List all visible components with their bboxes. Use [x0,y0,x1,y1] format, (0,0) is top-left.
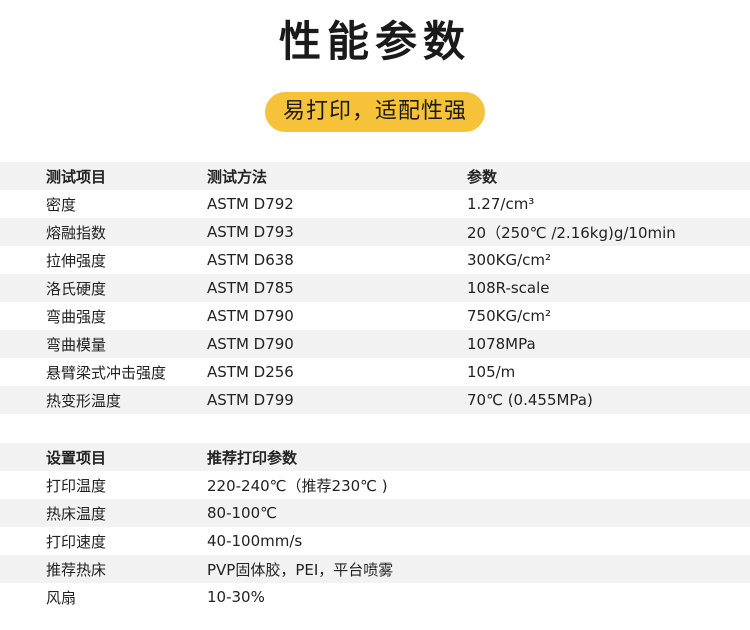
table-row: 熔融指数 ASTM D793 20（250℃ /2.16kg)g/10min [0,218,750,246]
row-method: ASTM D790 [207,335,294,353]
row-value: 80-100℃ [207,504,277,522]
row-value: PVP固体胶，PEI，平台喷雾 [207,560,394,579]
row-item: 打印温度 [46,476,107,495]
table-row: 热床温度 80-100℃ [0,499,750,527]
row-method: ASTM D638 [207,251,294,269]
row-item: 拉伸强度 [46,251,107,270]
header-test-item: 测试项目 [46,167,107,186]
row-item: 洛氏硬度 [46,279,107,298]
row-value: 70℃ (0.455MPa) [467,391,593,409]
table-row: 风扇 10-30% [0,583,750,611]
table-row: 洛氏硬度 ASTM D785 108R-scale [0,274,750,302]
header-parameter: 参数 [467,167,498,186]
page-title: 性能参数 [278,17,471,66]
row-value: 20（250℃ /2.16kg)g/10min [467,223,676,242]
row-value: 300KG/cm² [467,251,552,269]
row-method: ASTM D790 [207,307,294,325]
row-value: 105/m [467,363,516,381]
feature-badge: 易打印，适配性强 [264,92,485,132]
table-row: 打印温度 220-240℃（推荐230℃ ) [0,471,750,499]
row-item: 熔融指数 [46,223,107,242]
row-item: 弯曲强度 [46,307,107,326]
header-test-method: 测试方法 [207,167,268,186]
header-setting-item: 设置项目 [46,448,107,467]
table-row: 密度 ASTM D792 1.27/cm³ [0,190,750,218]
table-row: 拉伸强度 ASTM D638 300KG/cm² [0,246,750,274]
row-method: ASTM D793 [207,223,294,241]
row-method: ASTM D799 [207,391,294,409]
table-row: 悬臂梁式冲击强度 ASTM D256 105/m [0,358,750,386]
row-item: 风扇 [46,588,77,607]
print-settings-table: 设置项目 推荐打印参数 打印温度 220-240℃（推荐230℃ ) 热床温度 … [0,443,750,611]
row-item: 打印速度 [46,532,107,551]
row-item: 推荐热床 [46,560,107,579]
row-item: 热变形温度 [46,391,122,410]
row-item: 弯曲模量 [46,335,107,354]
table-row: 推荐热床 PVP固体胶，PEI，平台喷雾 [0,555,750,583]
table-row: 弯曲强度 ASTM D790 750KG/cm² [0,302,750,330]
table-row: 热变形温度 ASTM D799 70℃ (0.455MPa) [0,386,750,414]
row-item: 悬臂梁式冲击强度 [46,363,167,382]
row-value: 1078MPa [467,335,536,353]
table-header-row: 测试项目 测试方法 参数 [0,162,750,190]
row-value: 40-100mm/s [207,532,303,550]
row-method: ASTM D785 [207,279,294,297]
row-item: 密度 [46,195,77,214]
row-value: 750KG/cm² [467,307,552,325]
row-item: 热床温度 [46,504,107,523]
row-method: ASTM D792 [207,195,294,213]
row-value: 10-30% [207,588,265,606]
row-method: ASTM D256 [207,363,294,381]
table-row: 弯曲模量 ASTM D790 1078MPa [0,330,750,358]
row-value: 220-240℃（推荐230℃ ) [207,476,388,495]
row-value: 1.27/cm³ [467,195,535,213]
performance-table: 测试项目 测试方法 参数 密度 ASTM D792 1.27/cm³ 熔融指数 … [0,162,750,414]
header-recommended-params: 推荐打印参数 [207,448,298,467]
row-value: 108R-scale [467,279,550,297]
table-header-row: 设置项目 推荐打印参数 [0,443,750,471]
table-row: 打印速度 40-100mm/s [0,527,750,555]
